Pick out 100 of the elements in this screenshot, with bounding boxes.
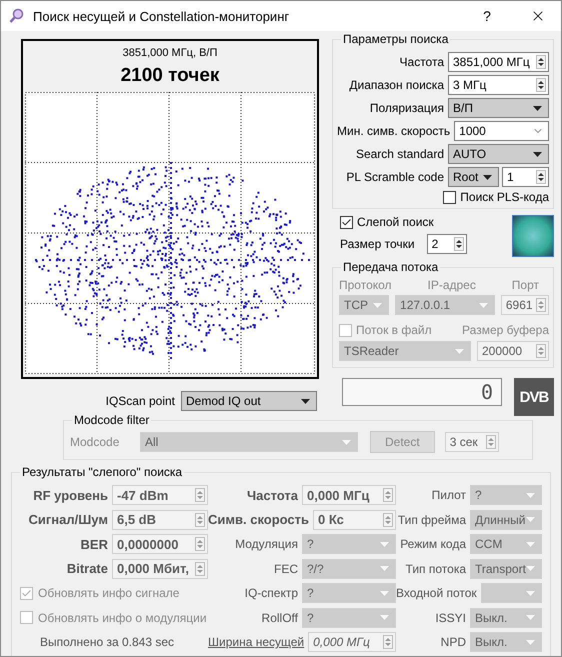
- field-label: Search standard: [356, 147, 444, 161]
- dropdown[interactable]: ?: [302, 583, 396, 604]
- spin-arrows-icon[interactable]: [536, 170, 546, 184]
- magnifier-icon: [9, 8, 25, 24]
- field-label: Симв. скорость: [208, 512, 310, 528]
- field-label: PL Scramble code: [346, 170, 444, 184]
- field-label: Сигнал/Шум: [28, 512, 108, 528]
- dropdown[interactable]: [480, 583, 542, 604]
- field-label: Bitrate: [66, 561, 108, 576]
- checkbox[interactable]: [340, 216, 353, 228]
- spin-field[interactable]: 0,000 МГц: [302, 485, 396, 506]
- caret-icon: [380, 542, 389, 547]
- dropdown[interactable]: Transport: [470, 558, 542, 579]
- column-label: Протокол: [339, 278, 392, 292]
- field-label: Пилот: [432, 488, 466, 502]
- dvb-logo: DVB: [514, 378, 554, 416]
- checkbox-label: Обновлять инфо сигнале: [38, 586, 180, 600]
- spin-arrows-icon[interactable]: [454, 237, 464, 251]
- caret-icon: [373, 302, 382, 308]
- caret-icon: [380, 615, 389, 620]
- field-label: RollOff: [262, 610, 298, 625]
- caret-icon: [533, 106, 542, 110]
- group-title: Параметры поиска: [341, 32, 450, 46]
- field-label: Модуляция: [235, 537, 298, 552]
- caret-icon: [483, 174, 492, 180]
- field-label: Размер буфера: [462, 323, 549, 337]
- caret-icon: [526, 640, 535, 645]
- spin-arrows-icon[interactable]: [536, 55, 546, 69]
- dropdown[interactable]: ?: [470, 485, 542, 506]
- counter-display: 0: [342, 378, 502, 406]
- dropdown[interactable]: ?: [302, 534, 396, 554]
- caret-icon: [526, 492, 535, 498]
- group-title: Modcode filter: [72, 413, 152, 427]
- field-label: BER: [80, 536, 108, 552]
- spin-field[interactable]: 1: [502, 167, 549, 187]
- field-label: Тип фрейма: [398, 512, 466, 527]
- caret-icon: [342, 440, 351, 444]
- field-label: Диапазон поиска: [349, 78, 444, 92]
- group-title: Результаты "слепого" поиска: [20, 465, 184, 479]
- caret-icon: [533, 152, 542, 156]
- dropdown[interactable]: Выкл.: [470, 632, 542, 652]
- iqscan-label: IQScan point: [106, 394, 175, 408]
- field-label: Тип потока: [406, 562, 466, 576]
- caret-icon: [526, 566, 535, 572]
- avatar-image: [512, 215, 554, 257]
- dropdown[interactable]: ?: [302, 608, 396, 628]
- checkbox[interactable]: [20, 611, 33, 624]
- spin-field[interactable]: 3 МГц: [448, 75, 549, 95]
- field-label: Входной поток: [396, 586, 477, 600]
- field-label: Режим кода: [400, 537, 466, 552]
- dropdown[interactable]: ?/?: [302, 558, 396, 579]
- field-label: Частота: [400, 55, 444, 69]
- field-label: Modcode: [70, 435, 120, 449]
- caret-icon: [526, 590, 535, 596]
- field-label: Мин. симв. скорость: [337, 124, 450, 138]
- spin-arrows-icon[interactable]: [536, 78, 546, 92]
- field-label: ISSYI: [435, 610, 466, 625]
- caret-icon: [301, 398, 310, 404]
- checkbox-label: Обновлять инфо о модуляции: [38, 610, 207, 625]
- dropdown[interactable]: CCM: [470, 534, 542, 554]
- checkbox-label: Слепой поиск: [357, 215, 434, 229]
- field-label: IQ-спектр: [244, 586, 298, 600]
- window-title: Поиск несущей и Constellation-мониторинг: [33, 8, 290, 24]
- field-label: NPD: [440, 635, 466, 650]
- help-button[interactable]: ?: [467, 1, 507, 31]
- checkbox-label: Поиск PLS-кода: [460, 190, 549, 204]
- field-label: Частота: [246, 488, 298, 503]
- spin-field[interactable]: -47 dBm: [112, 485, 208, 506]
- dropdown[interactable]: AUTO: [448, 144, 549, 164]
- column-label: IP-адрес: [427, 278, 476, 292]
- caret-icon: [526, 542, 535, 547]
- link[interactable]: Ширина несущей: [208, 635, 304, 650]
- dropdown[interactable]: Длинный: [470, 510, 542, 530]
- spin-field[interactable]: 2: [426, 234, 467, 254]
- field-label: FEC: [274, 562, 298, 576]
- checkbox-label: Поток в файл: [356, 323, 432, 337]
- dropdown[interactable]: Выкл.: [470, 608, 542, 628]
- spin-field[interactable]: 0,000 МГц: [308, 632, 396, 652]
- dropdown[interactable]: 1000: [454, 121, 549, 141]
- checkbox[interactable]: [443, 190, 456, 204]
- spin-field[interactable]: 0,000 Мбит,: [112, 558, 208, 579]
- caret-icon: [380, 566, 389, 572]
- spin-field[interactable]: 6,5 dB: [112, 510, 208, 530]
- field-label: Поляризация: [370, 101, 444, 115]
- caret-icon: [478, 302, 488, 308]
- dropdown[interactable]: Root: [448, 167, 499, 187]
- dropdown[interactable]: Demod IQ out: [181, 391, 317, 411]
- spin-field[interactable]: 0,0000000: [112, 534, 208, 554]
- spin-field[interactable]: 0 Кс: [313, 510, 396, 530]
- group-title: Передача потока: [341, 260, 440, 274]
- caret-icon: [455, 348, 464, 354]
- points-count: 2100 точек: [120, 65, 220, 87]
- dropdown[interactable]: В/П: [448, 98, 549, 118]
- spin-field[interactable]: 3851,000 МГц: [448, 52, 549, 72]
- checkbox[interactable]: [20, 586, 33, 600]
- column-label: Порт: [512, 278, 539, 292]
- caret-icon: [526, 615, 535, 620]
- caret-icon: [380, 590, 389, 596]
- caret-icon: [526, 517, 535, 522]
- plot-caption: 3851,000 МГц, В/П: [122, 47, 218, 59]
